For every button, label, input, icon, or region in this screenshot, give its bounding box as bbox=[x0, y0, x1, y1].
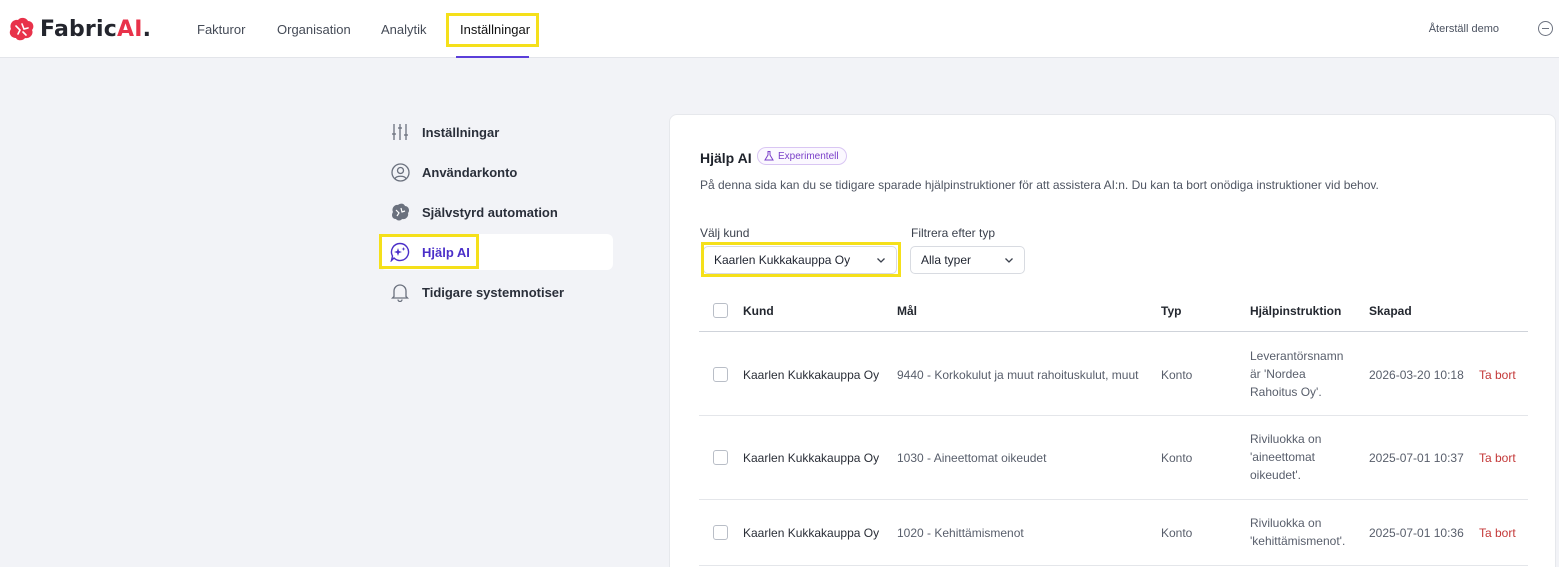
delete-button[interactable]: Ta bort bbox=[1479, 368, 1516, 382]
badge-label: Experimentell bbox=[778, 150, 839, 162]
sidebar-item-tidigare-systemnotiser[interactable]: Tidigare systemnotiser bbox=[380, 274, 613, 310]
type-select-value: Alla typer bbox=[921, 253, 972, 267]
cell-created: 2025-07-01 10:36 bbox=[1369, 526, 1464, 540]
reset-demo-link[interactable]: Återställ demo bbox=[1429, 23, 1499, 35]
cell-target: 1020 - Kehittämismenot bbox=[897, 526, 1024, 540]
sidebar-item-label: Tidigare systemnotiser bbox=[422, 284, 565, 300]
sidebar-item-label: Hjälp AI bbox=[422, 244, 470, 260]
sliders-icon bbox=[390, 122, 410, 142]
nav-installningar[interactable]: Inställningar bbox=[460, 22, 530, 37]
hjalp-ai-card: Hjälp AI Experimentell På denna sida kan… bbox=[669, 114, 1556, 567]
cell-target: 9440 - Korkokulut ja muut rahoituskulut,… bbox=[897, 368, 1139, 382]
column-header-mal[interactable]: Mål bbox=[897, 304, 917, 318]
flask-icon bbox=[764, 151, 774, 161]
column-header-hjalpinstruktion[interactable]: Hjälpinstruktion bbox=[1250, 304, 1341, 318]
cell-type: Konto bbox=[1161, 368, 1193, 382]
active-tab-underline bbox=[456, 56, 529, 58]
nav-analytik[interactable]: Analytik bbox=[381, 22, 427, 37]
select-all-checkbox[interactable] bbox=[713, 303, 728, 318]
cell-instruction: Riviluokka on 'aineettomat oikeudet'. bbox=[1250, 432, 1322, 482]
sidebar-item-hjalp-ai[interactable]: Hjälp AI bbox=[380, 234, 613, 270]
delete-button[interactable]: Ta bort bbox=[1479, 451, 1516, 465]
row-checkbox[interactable] bbox=[713, 525, 728, 540]
row-checkbox[interactable] bbox=[713, 367, 728, 382]
cell-created: 2026-03-20 10:18 bbox=[1369, 368, 1464, 382]
chevron-down-icon bbox=[877, 258, 885, 263]
user-circle-icon bbox=[390, 162, 410, 182]
customer-select[interactable]: Kaarlen Kukkakauppa Oy bbox=[703, 246, 897, 274]
cell-instruction: Riviluokka on 'kehittämismenot'. bbox=[1250, 516, 1346, 548]
column-header-skapad[interactable]: Skapad bbox=[1369, 304, 1412, 318]
cell-type: Konto bbox=[1161, 451, 1193, 465]
ai-chat-icon bbox=[390, 242, 410, 262]
customer-select-value: Kaarlen Kukkakauppa Oy bbox=[714, 253, 851, 267]
cell-customer: Kaarlen Kukkakauppa Oy bbox=[743, 526, 880, 540]
brain-logo-icon bbox=[9, 17, 34, 41]
fabricai-logo[interactable]: FabricAI. bbox=[7, 14, 151, 44]
sidebar-item-label: Inställningar bbox=[422, 124, 500, 140]
row-checkbox[interactable] bbox=[713, 450, 728, 465]
column-header-kund[interactable]: Kund bbox=[743, 304, 774, 318]
cell-type: Konto bbox=[1161, 526, 1193, 540]
brain-icon bbox=[390, 202, 410, 222]
sidebar-item-installningar[interactable]: Inställningar bbox=[380, 114, 613, 150]
sidebar-item-anvandarkonto[interactable]: Användarkonto bbox=[380, 154, 613, 190]
table-header-divider bbox=[699, 331, 1528, 332]
cell-customer: Kaarlen Kukkakauppa Oy bbox=[743, 451, 880, 465]
sidebar-item-label: Användarkonto bbox=[422, 164, 518, 180]
page-title: Hjälp AI bbox=[700, 150, 752, 166]
page-description: På denna sida kan du se tidigare sparade… bbox=[700, 178, 1379, 192]
row-divider bbox=[699, 499, 1528, 500]
top-navigation-bar: FabricAI. Fakturor Organisation Analytik… bbox=[0, 0, 1559, 58]
nav-fakturor[interactable]: Fakturor bbox=[197, 22, 245, 37]
cell-customer: Kaarlen Kukkakauppa Oy bbox=[743, 368, 880, 382]
bell-icon bbox=[390, 282, 410, 302]
column-header-typ[interactable]: Typ bbox=[1161, 304, 1181, 318]
nav-organisation[interactable]: Organisation bbox=[277, 22, 351, 37]
cell-target: 1030 - Aineettomat oikeudet bbox=[897, 451, 1047, 465]
type-filter-label: Filtrera efter typ bbox=[911, 226, 996, 240]
row-divider bbox=[699, 565, 1528, 566]
delete-button[interactable]: Ta bort bbox=[1479, 526, 1516, 540]
row-divider bbox=[699, 415, 1528, 416]
cell-instruction: Leverantörsnamn är 'Nordea Rahoitus Oy'. bbox=[1250, 349, 1344, 399]
customer-filter-label: Välj kund bbox=[700, 226, 750, 240]
logout-icon[interactable] bbox=[1538, 21, 1553, 36]
sidebar-item-label: Självstyrd automation bbox=[422, 204, 558, 220]
brand-name: FabricAI. bbox=[40, 16, 152, 42]
cell-created: 2025-07-01 10:37 bbox=[1369, 451, 1464, 465]
chevron-down-icon bbox=[1005, 258, 1013, 263]
experimental-badge: Experimentell bbox=[757, 147, 847, 165]
type-select[interactable]: Alla typer bbox=[910, 246, 1025, 274]
sidebar-item-sjalvstyrd-automation[interactable]: Självstyrd automation bbox=[380, 194, 613, 230]
